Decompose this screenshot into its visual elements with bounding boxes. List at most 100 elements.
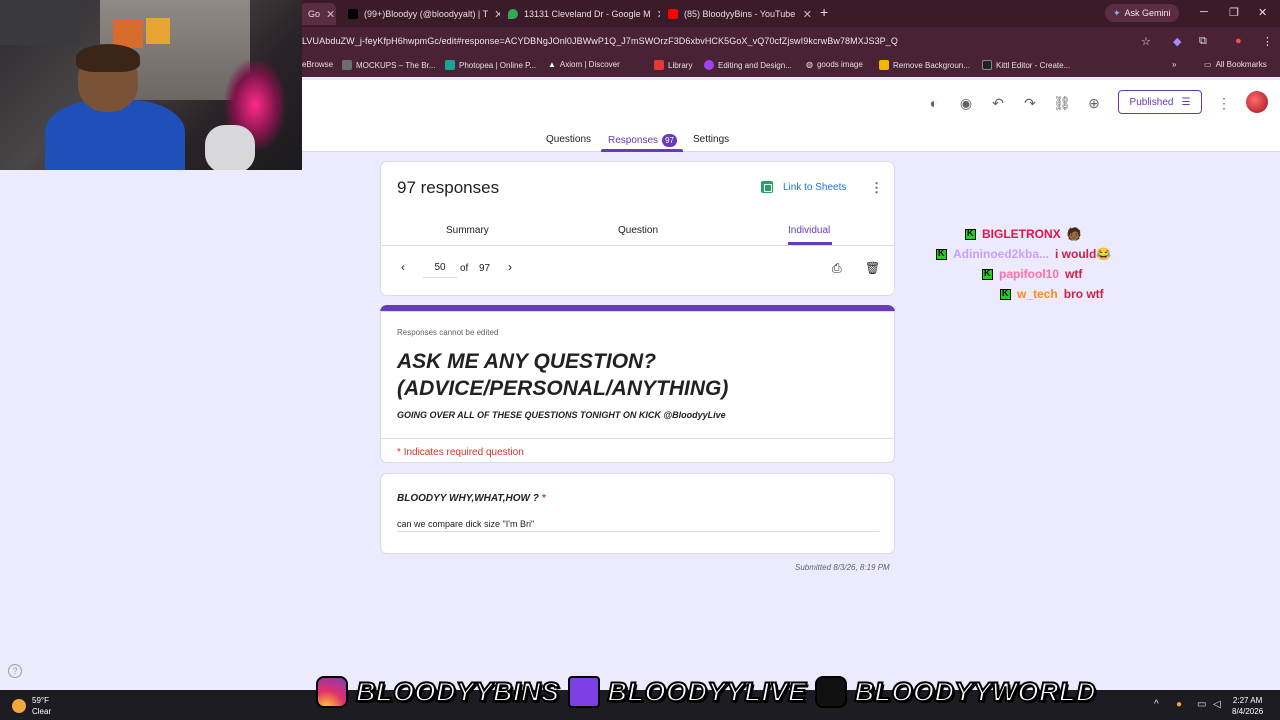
microphone-icon[interactable]: ● [1176, 699, 1182, 710]
restore-icon[interactable]: ❐ [1229, 6, 1239, 19]
minimize-icon[interactable]: ─ [1200, 6, 1208, 18]
photopea-icon [445, 60, 455, 70]
chat-text: i would😂 [1055, 247, 1112, 261]
response-count-badge: 97 [662, 134, 678, 147]
all-bookmarks-label: All Bookmarks [1215, 60, 1267, 69]
palette-icon[interactable]: ◐ [925, 94, 943, 112]
form-header-card: Responses cannot be edited ASK ME ANY QU… [380, 311, 895, 463]
extensions-puzzle-icon[interactable]: ⧉ [1199, 35, 1207, 48]
add-collaborator-icon[interactable]: ⊕ [1085, 94, 1103, 112]
bookmark-label: eBrowse [302, 60, 334, 69]
system-clock[interactable]: 2:27 AM 8/4/2026 [1232, 695, 1263, 717]
total-responses: 97 [479, 263, 491, 274]
tab-close-icon[interactable]: ✕ [326, 8, 335, 21]
answer-text: can we compare dick size "I'm Bri" [397, 519, 535, 529]
preview-eye-icon[interactable]: ◉ [957, 94, 975, 112]
subtab-question[interactable]: Question [618, 225, 658, 236]
tab-forms[interactable]: Go ✕ [300, 3, 336, 25]
chat-message: BIGLETRONX 🧑🏾 [965, 227, 1082, 241]
divider [381, 245, 895, 246]
bookmark-item[interactable]: Editing and Design... [704, 60, 792, 70]
tab-forms-label: Go [308, 9, 321, 19]
avatar[interactable] [1246, 91, 1268, 113]
weather-temperature: 59°F [32, 696, 49, 705]
bookmark-item[interactable]: Photopea | Online P... [445, 60, 536, 70]
chat-message: Adininoed2kba... i would😂 [936, 247, 1111, 261]
bookmark-label: Photopea | Online P... [459, 60, 537, 70]
volume-icon[interactable]: ◁ [1213, 699, 1221, 710]
responses-more-icon[interactable]: ⋮ [870, 180, 883, 196]
tab-questions[interactable]: Questions [546, 134, 591, 145]
question-text: BLOODYY WHY,WHAT,HOW ? [397, 493, 539, 504]
more-options-icon[interactable]: ⋮ [1215, 94, 1233, 112]
all-bookmarks-button[interactable]: ▭ All Bookmarks [1204, 60, 1267, 69]
subtab-individual[interactable]: Individual [788, 225, 830, 236]
tiktok-icon [348, 9, 358, 19]
bookmark-label: Kittl Editor - Create... [996, 60, 1071, 70]
bookmark-item[interactable]: Remove Backgroun... [879, 60, 970, 70]
kick-badge-icon [982, 268, 993, 280]
weather-widget[interactable]: 59°F Clear [12, 695, 51, 717]
ask-gemini-button[interactable]: ✦ Ask Gemini [1105, 4, 1179, 22]
responses-locked-note: Responses cannot be edited [397, 328, 499, 337]
tray-overflow-icon[interactable]: ^ [1154, 699, 1159, 710]
chat-text: bro wtf [1063, 287, 1104, 301]
banner-handle: BLOODYYBINS [355, 676, 560, 708]
undo-icon[interactable]: ↶ [989, 94, 1007, 112]
question-title: BLOODYY WHY,WHAT,HOW ? * [397, 493, 546, 504]
new-tab-button[interactable]: + [820, 4, 828, 20]
question-card: BLOODYY WHY,WHAT,HOW ? * can we compare … [380, 473, 895, 554]
bookmark-star-icon[interactable]: ☆ [1141, 35, 1151, 48]
ask-gemini-label: Ask Gemini [1124, 8, 1171, 18]
tab-tiktok[interactable]: (99+)Bloodyy (@bloodyyalt) | T ✕ [340, 3, 500, 25]
webcam-background [146, 18, 170, 44]
subtab-summary[interactable]: Summary [446, 225, 489, 236]
delete-icon[interactable]: 🗑 [865, 261, 880, 275]
remove-bg-icon [879, 60, 889, 70]
tab-maps-label: 13131 Cleveland Dr - Google M [524, 9, 651, 19]
tab-maps[interactable]: 13131 Cleveland Dr - Google M ✕ [500, 3, 660, 25]
bookmark-item[interactable]: eBrowse [302, 60, 333, 69]
help-icon[interactable]: ? [8, 664, 22, 678]
tune-icon: ☰ [1181, 96, 1191, 108]
form-description: GOING OVER ALL OF THESE QUESTIONS TONIGH… [397, 410, 726, 420]
link-to-sheets-button[interactable]: Link to Sheets [761, 181, 846, 193]
bookmark-item[interactable]: Kittl Editor - Create... [982, 60, 1070, 70]
next-response-icon[interactable]: › [508, 260, 512, 274]
submitted-timestamp: Submitted 8/3/26, 8:19 PM [795, 563, 890, 572]
bookmarks-overflow-icon[interactable]: » [1172, 60, 1176, 69]
bookmark-item[interactable]: ▲ Axiom | Discover [548, 60, 620, 69]
tab-responses[interactable]: Responses 97 [608, 134, 678, 147]
tab-settings[interactable]: Settings [693, 134, 729, 145]
close-window-icon[interactable]: ✕ [1258, 6, 1267, 19]
chat-text: 🧑🏾 [1066, 227, 1082, 241]
link-icon[interactable]: ⛓ [1053, 94, 1071, 112]
previous-response-icon[interactable]: ‹ [401, 260, 405, 274]
tab-responses-label: Responses [608, 135, 659, 146]
published-button[interactable]: Published ☰ [1118, 90, 1202, 114]
chat-message: w_tech bro wtf [1000, 287, 1104, 301]
divider [381, 438, 895, 439]
instagram-icon [316, 676, 348, 708]
network-icon[interactable]: ▭ [1197, 699, 1206, 710]
extension-icon[interactable]: ◆ [1173, 35, 1181, 48]
bookmark-item[interactable]: ◍ goods image [806, 60, 863, 69]
youtube-icon [668, 9, 678, 19]
tab-close-icon[interactable]: ✕ [803, 8, 812, 21]
redo-icon[interactable]: ↷ [1021, 94, 1039, 112]
bookmark-label: Library [668, 60, 693, 70]
browser-menu-icon[interactable]: ⋮ [1262, 35, 1273, 48]
required-star: * [541, 493, 546, 504]
bookmark-label: Editing and Design... [718, 60, 792, 70]
profile-icon[interactable]: ● [1235, 35, 1242, 47]
kick-badge-icon [1000, 288, 1011, 300]
response-number-input[interactable]: 50 [423, 258, 457, 278]
bookmark-item[interactable]: MOCKUPS – The Br... [342, 60, 435, 70]
mockups-icon [342, 60, 352, 70]
tab-youtube[interactable]: (85) BloodyyBins - YouTube ✕ [660, 3, 820, 25]
url-text[interactable]: LVUAbduZW_j-feyKfpH6hwpmGc/edit#response… [302, 36, 898, 46]
print-icon[interactable]: ⎙ [832, 261, 842, 276]
bookmark-item[interactable]: Library [654, 60, 692, 70]
webcam-background [0, 0, 80, 45]
streamer-figure [76, 44, 140, 72]
